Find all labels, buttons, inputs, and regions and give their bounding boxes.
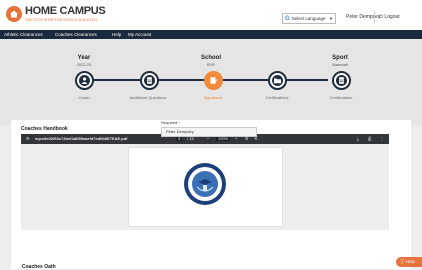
menu-icon[interactable]: ☰ xyxy=(26,136,30,141)
pdf-page xyxy=(129,148,282,226)
signature-field-label: Required * xyxy=(161,120,180,125)
year-value: 2022-23 xyxy=(76,62,92,67)
step-certifications-label[interactable]: Certifications xyxy=(247,95,307,100)
nav-my-account[interactable]: My Account xyxy=(128,32,151,37)
nav-help[interactable]: Help xyxy=(112,32,121,37)
user-name[interactable]: Peter Dempsey xyxy=(346,14,380,20)
nav-coaches-clearances[interactable]: Coaches Clearances xyxy=(55,32,97,37)
step-additional-questions-icon[interactable] xyxy=(140,71,159,90)
handbook-title: Coaches Handbook xyxy=(21,126,68,132)
signature-card: Coaches Handbook ☰ eqcs5e02f60c72bef4d65… xyxy=(11,120,411,269)
step-certifications-icon[interactable] xyxy=(268,71,287,90)
signature-icon xyxy=(210,77,218,84)
step-confirmation-label[interactable]: Confirmation xyxy=(311,95,371,100)
google-icon: G xyxy=(285,15,290,22)
step-additional-questions-label[interactable]: Additional Questions xyxy=(118,95,178,100)
step-signatures-icon[interactable] xyxy=(204,71,223,90)
chevron-down-icon: ▼ xyxy=(329,16,333,21)
help-icon: ⓘ xyxy=(400,259,405,264)
help-label: Help xyxy=(405,259,416,264)
school-seal-icon xyxy=(184,163,226,205)
power-icon: ⏻ xyxy=(379,14,383,20)
step-coach-icon[interactable] xyxy=(75,71,94,90)
step-signatures-label[interactable]: Signatures xyxy=(183,95,243,100)
nav-athletic-clearances[interactable]: Athletic Clearances xyxy=(4,32,43,37)
print-icon[interactable]: ⎙ xyxy=(368,136,371,141)
top-bar: HOME CAMPUS ONE STOP SHOP FOR SCHOOL ATH… xyxy=(0,0,422,30)
year-label: Year xyxy=(77,55,91,61)
folder-icon xyxy=(274,78,281,84)
school-value: BYE xyxy=(206,62,215,67)
logout-label: Logout xyxy=(384,14,400,20)
help-button[interactable]: ⓘ Help xyxy=(396,257,422,267)
main-nav: Athletic Clearances Coaches Clearances H… xyxy=(0,30,422,39)
document-icon xyxy=(147,77,152,84)
signature-input[interactable]: Peter Dempsey xyxy=(161,127,257,137)
document-icon xyxy=(339,77,344,84)
step-confirmation-icon[interactable] xyxy=(332,71,351,90)
brand-tagline: ONE STOP SHOP FOR SCHOOL ATHLETICS xyxy=(25,18,98,22)
logout-button[interactable]: ⏻ Logout xyxy=(379,14,400,20)
divider xyxy=(374,11,375,23)
language-select[interactable]: G Select Language ▼ xyxy=(282,13,336,24)
home-logo-icon[interactable] xyxy=(6,6,22,22)
download-icon[interactable]: ⤓ xyxy=(357,136,359,141)
school-label: School xyxy=(200,55,221,61)
brand-name[interactable]: HOME CAMPUS xyxy=(25,5,106,17)
person-icon xyxy=(81,77,88,84)
step-coach-label[interactable]: Coach xyxy=(54,95,114,100)
sport-value: Baseball xyxy=(332,62,348,67)
more-options-icon[interactable]: ⋮ xyxy=(380,136,384,141)
pdf-filename: eqcs5e02f60c72bef4d659eaefd7ed0b0E7EAE.p… xyxy=(35,136,128,141)
oath-title: Coaches Oath xyxy=(22,264,56,270)
language-select-label: Select Language xyxy=(291,16,326,21)
pdf-viewer[interactable] xyxy=(21,144,389,230)
sport-label: Sport xyxy=(332,55,348,61)
signature-label-text: Required xyxy=(161,120,178,125)
